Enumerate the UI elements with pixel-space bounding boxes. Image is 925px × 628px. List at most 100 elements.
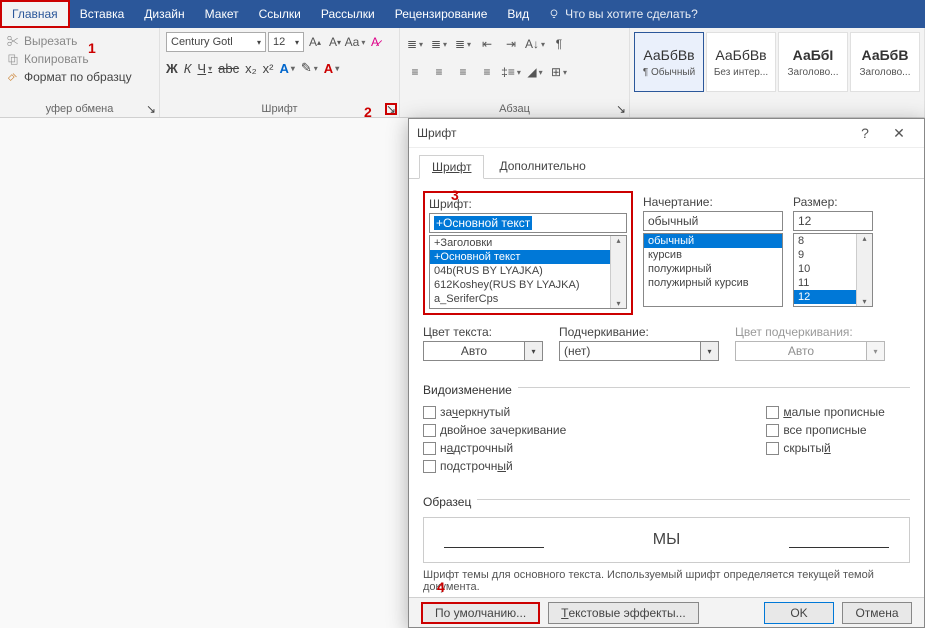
list-item[interactable]: курсив [644, 248, 782, 262]
ok-button[interactable]: OK [764, 602, 834, 624]
chevron-down-icon: ▾ [525, 341, 543, 361]
clear-formatting-button[interactable]: A̷ [366, 32, 384, 52]
align-center-button[interactable]: ≡ [430, 62, 448, 82]
indent-button[interactable]: ⇥ [502, 34, 520, 54]
chk-hidden[interactable]: скрытый [766, 441, 885, 455]
set-default-button[interactable]: По умолчанию... [421, 602, 540, 624]
list-item[interactable]: 612Koshey(RUS BY LYAJKA) [430, 278, 626, 292]
scrollbar[interactable]: ▴▾ [856, 234, 872, 306]
bucket-icon: ◢ [527, 65, 536, 79]
close-button[interactable]: ✕ [882, 119, 916, 147]
align-right-icon: ≡ [459, 65, 466, 79]
list-item[interactable]: полужирный [644, 262, 782, 276]
highlight-button[interactable]: ✎ [301, 60, 318, 76]
cut-label: Вырезать [24, 34, 77, 48]
outdent-button[interactable]: ⇤ [478, 34, 496, 54]
chk-strike[interactable]: зачеркнутый [423, 405, 566, 419]
list-item[interactable]: обычный [644, 234, 782, 248]
text-effects-button[interactable]: Текстовые эффекты... [548, 602, 699, 624]
underline-color-combo[interactable]: Авто ▾ [735, 341, 885, 361]
style-heading1[interactable]: АаБбI Заголово... [778, 32, 848, 92]
menu-bar: Главная Вставка Дизайн Макет Ссылки Расс… [0, 0, 925, 28]
superscript-button[interactable]: x² [263, 61, 274, 76]
underline-button[interactable]: Ч [197, 61, 212, 76]
list-item[interactable]: +Заголовки [430, 236, 626, 250]
group-clipboard: Вырезать Копировать Формат по образцу уф… [0, 28, 160, 117]
tab-design[interactable]: Дизайн [134, 0, 194, 28]
chk-subscript[interactable]: подстрочный [423, 459, 566, 473]
chk-allcaps[interactable]: все прописные [766, 423, 885, 437]
tab-references[interactable]: Ссылки [249, 0, 311, 28]
style-normal[interactable]: АаБбВв ¶ Обычный [634, 32, 704, 92]
text-effects-button[interactable]: A [279, 61, 294, 76]
font-size-combo[interactable]: 12▾ [268, 32, 304, 52]
list-item[interactable]: полужирный курсив [644, 276, 782, 290]
grow-font-button[interactable]: A▴ [306, 32, 324, 52]
paragraph-launcher[interactable]: ↘ [615, 103, 627, 115]
justify-button[interactable]: ≡ [478, 62, 496, 82]
dialog-body: Шрифт: +Основной текст +Заголовки +Основ… [409, 179, 924, 597]
shading-button[interactable]: ◢ [526, 62, 544, 82]
tab-mailings[interactable]: Рассылки [311, 0, 385, 28]
font-input[interactable]: +Основной текст [429, 213, 627, 233]
ribbon: Вырезать Копировать Формат по образцу уф… [0, 28, 925, 118]
list-item[interactable]: +Основной текст [430, 250, 626, 264]
tab-font[interactable]: Шрифт [419, 155, 484, 179]
size-input[interactable]: 12 [793, 211, 873, 231]
borders-button[interactable]: ⊞ [550, 62, 568, 82]
font-dialog-launcher[interactable]: ↘ [385, 103, 397, 115]
font-label: Шрифт: [429, 197, 627, 211]
shrink-font-button[interactable]: A▾ [326, 32, 344, 52]
tab-layout[interactable]: Макет [195, 0, 249, 28]
tell-me-search[interactable]: Что вы хотите сделать? [547, 0, 698, 28]
subscript-button[interactable]: x₂ [245, 61, 257, 76]
chk-dstrike[interactable]: двойное зачеркивание [423, 423, 566, 437]
font-name-combo[interactable]: Century Gotl▾ [166, 32, 266, 52]
style-nospacing[interactable]: АаБбВв Без интер... [706, 32, 776, 92]
underline-style-label: Подчеркивание: [559, 325, 719, 339]
align-right-button[interactable]: ≡ [454, 62, 472, 82]
dialog-tabs: Шрифт Дополнительно [409, 148, 924, 179]
multilevel-button[interactable]: ≣ [454, 34, 472, 54]
tab-view[interactable]: Вид [497, 0, 539, 28]
size-picker-block: Размер: 12 8 9 10 11 12 ▴▾ [793, 191, 873, 307]
chk-superscript[interactable]: надстрочный [423, 441, 566, 455]
cancel-button[interactable]: Отмена [842, 602, 912, 624]
annotation-4: 4 [437, 579, 445, 595]
close-icon: ✕ [893, 125, 905, 142]
chk-smallcaps[interactable]: малые прописные [766, 405, 885, 419]
scrollbar[interactable]: ▴▾ [610, 236, 626, 308]
tab-home[interactable]: Главная [0, 0, 70, 28]
numbering-button[interactable]: ≣ [430, 34, 448, 54]
bold-button[interactable]: Ж [166, 61, 178, 76]
style-list[interactable]: обычный курсив полужирный полужирный кур… [643, 233, 783, 307]
help-button[interactable]: ? [848, 119, 882, 147]
underline-style-combo[interactable]: (нет) ▾ [559, 341, 719, 361]
tab-insert[interactable]: Вставка [70, 0, 135, 28]
format-painter-button[interactable]: Формат по образцу [6, 68, 153, 86]
sort-button[interactable]: A↓ [526, 34, 544, 54]
change-case-button[interactable]: Aa [346, 32, 364, 52]
font-color-combo[interactable]: Авто ▾ [423, 341, 543, 361]
tell-me-label: Что вы хотите сделать? [565, 7, 698, 21]
tab-advanced[interactable]: Дополнительно [486, 154, 598, 178]
font-list[interactable]: +Заголовки +Основной текст 04b(RUS BY LY… [429, 235, 627, 309]
tab-review[interactable]: Рецензирование [385, 0, 498, 28]
italic-button[interactable]: К [184, 61, 192, 76]
size-list[interactable]: 8 9 10 11 12 ▴▾ [793, 233, 873, 307]
bullets-button[interactable]: ≣ [406, 34, 424, 54]
strike-button[interactable]: abc [218, 61, 239, 76]
copy-button[interactable]: Копировать [6, 50, 153, 68]
show-marks-button[interactable]: ¶ [550, 34, 568, 54]
align-left-button[interactable]: ≡ [406, 62, 424, 82]
copy-label: Копировать [24, 52, 89, 66]
list-item[interactable]: 04b(RUS BY LYAJKA) [430, 264, 626, 278]
list-item[interactable]: a_SeriferCps [430, 292, 626, 306]
style-input[interactable]: обычный [643, 211, 783, 231]
cut-button[interactable]: Вырезать [6, 32, 153, 50]
clipboard-launcher[interactable]: ↘ [145, 103, 157, 115]
underline-color-label: Цвет подчеркивания: [735, 325, 885, 339]
line-spacing-button[interactable]: ‡≡ [502, 62, 520, 82]
style-heading2[interactable]: АаБбВ Заголово... [850, 32, 920, 92]
font-color-button[interactable]: A [324, 61, 339, 76]
